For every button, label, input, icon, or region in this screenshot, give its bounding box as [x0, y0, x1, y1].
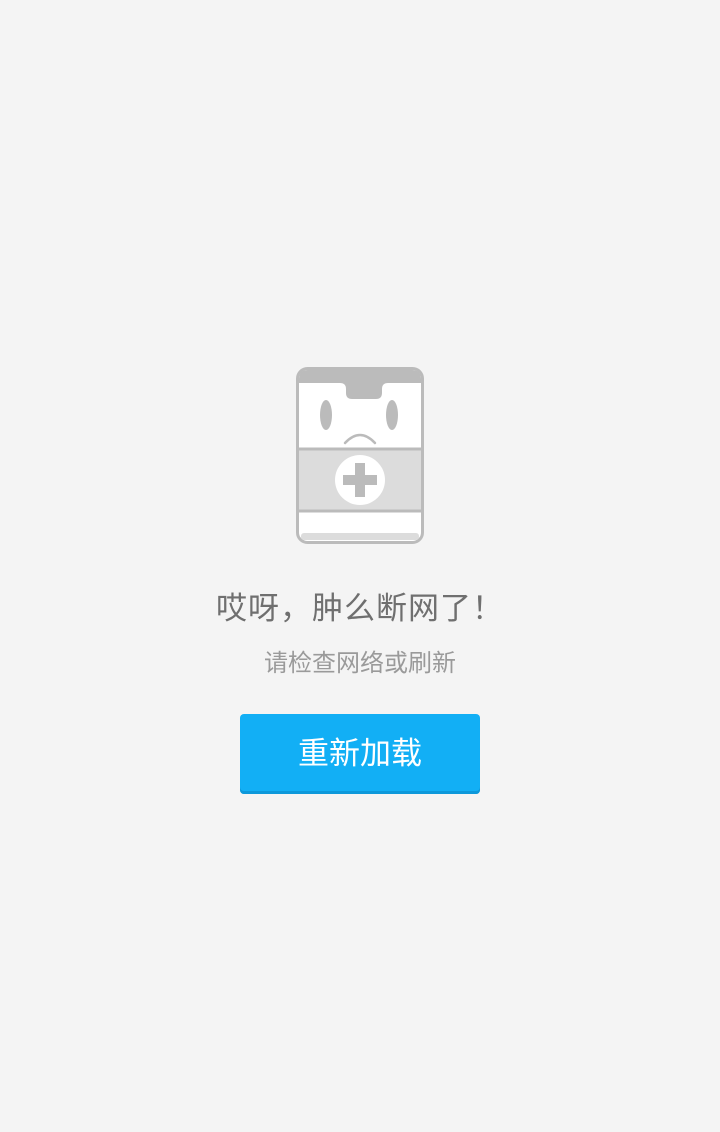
- reload-button[interactable]: 重新加载: [240, 714, 480, 794]
- error-subtitle: 请检查网络或刷新: [264, 649, 456, 677]
- error-title: 哎呀，肿么断网了！: [216, 591, 504, 627]
- sad-first-aid-kit-icon: [296, 367, 424, 544]
- network-error-page: 哎呀，肿么断网了！ 请检查网络或刷新 重新加载: [0, 0, 720, 1132]
